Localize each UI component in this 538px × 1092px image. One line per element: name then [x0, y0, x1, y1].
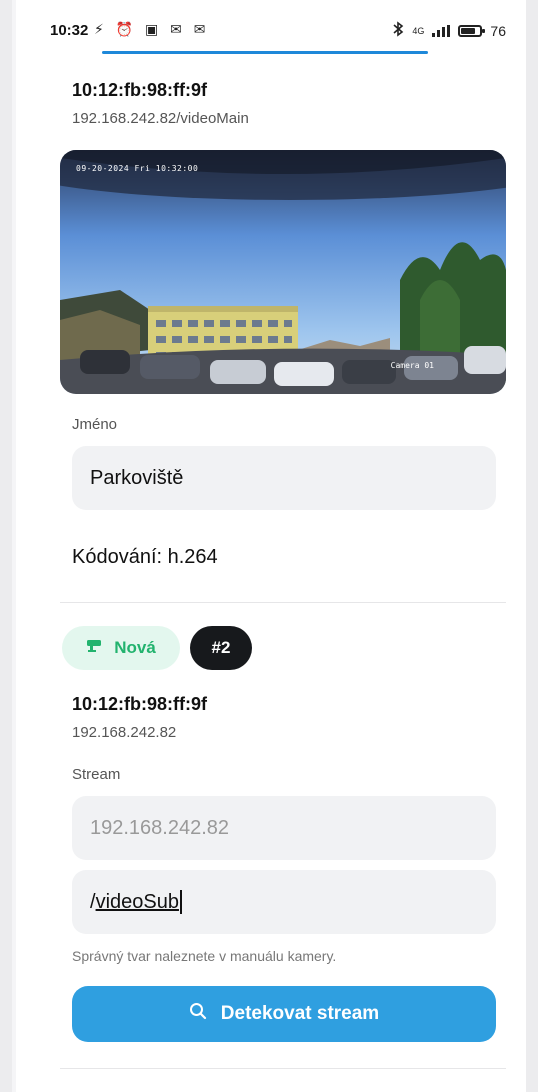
main-stream-url: 192.168.242.82/videoMain: [72, 110, 249, 127]
search-icon: [189, 1002, 207, 1026]
section-divider: [60, 602, 506, 603]
screen-edge-left: [0, 0, 12, 1092]
section-divider-bottom: [60, 1068, 506, 1069]
name-field-value: Parkoviště: [90, 466, 184, 489]
new-stream-ip: 192.168.242.82: [72, 724, 177, 741]
stream-label: Stream: [72, 766, 121, 783]
app-screen: 10:32 ⚡ ⏰ ▣ ✉ ✉ 4G 76 10:12:fb:98:ff:9f …: [16, 0, 526, 1092]
network-type: 4G: [412, 25, 425, 36]
encoding-text: Kódování: h.264: [72, 546, 218, 568]
bluetooth-icon: [392, 21, 404, 40]
camera-preview-image: [60, 150, 506, 394]
signal-icon: [432, 24, 451, 37]
new-stream-mac: 10:12:fb:98:ff:9f: [72, 694, 208, 714]
status-time: 10:32: [50, 22, 89, 39]
screen-edge-right: [524, 0, 538, 1092]
battery-percent: 76: [490, 22, 506, 39]
status-right-icons: 4G 76: [392, 21, 506, 40]
camera-icon: [86, 638, 104, 659]
name-field[interactable]: Parkoviště: [72, 446, 496, 510]
index-badge: #2: [190, 626, 252, 670]
stream-path-field[interactable]: / videoSub: [72, 870, 496, 934]
preview-camera-label: Camera 01: [390, 361, 434, 370]
battery-icon: [458, 24, 486, 37]
name-label: Jméno: [72, 416, 118, 433]
stream-path-value: videoSub: [95, 890, 179, 913]
status-bar: 10:32 ⚡ ⏰ ▣ ✉ ✉ 4G 76: [16, 0, 526, 54]
camera-preview[interactable]: 09-20-2024 Fri 10:32:00 Camera 01: [60, 150, 506, 394]
page-load-progress: [102, 51, 428, 54]
stream-ip-field[interactable]: 192.168.242.82: [72, 796, 496, 860]
status-notification-icons: ⚡ ⏰ ▣ ✉ ✉: [94, 21, 210, 37]
stream-ip-value: 192.168.242.82: [90, 816, 230, 839]
new-badge: Nová: [62, 626, 180, 670]
new-badge-label: Nová: [114, 638, 156, 657]
stream-hint: Správný tvar naleznete v manuálu kamery.: [72, 948, 337, 964]
text-caret: [179, 890, 182, 914]
detect-stream-label: Detekovat stream: [220, 1003, 380, 1024]
preview-timestamp: 09-20-2024 Fri 10:32:00: [76, 164, 199, 173]
detect-stream-button[interactable]: Detekovat stream: [72, 986, 496, 1042]
main-stream-mac: 10:12:fb:98:ff:9f: [72, 80, 208, 100]
